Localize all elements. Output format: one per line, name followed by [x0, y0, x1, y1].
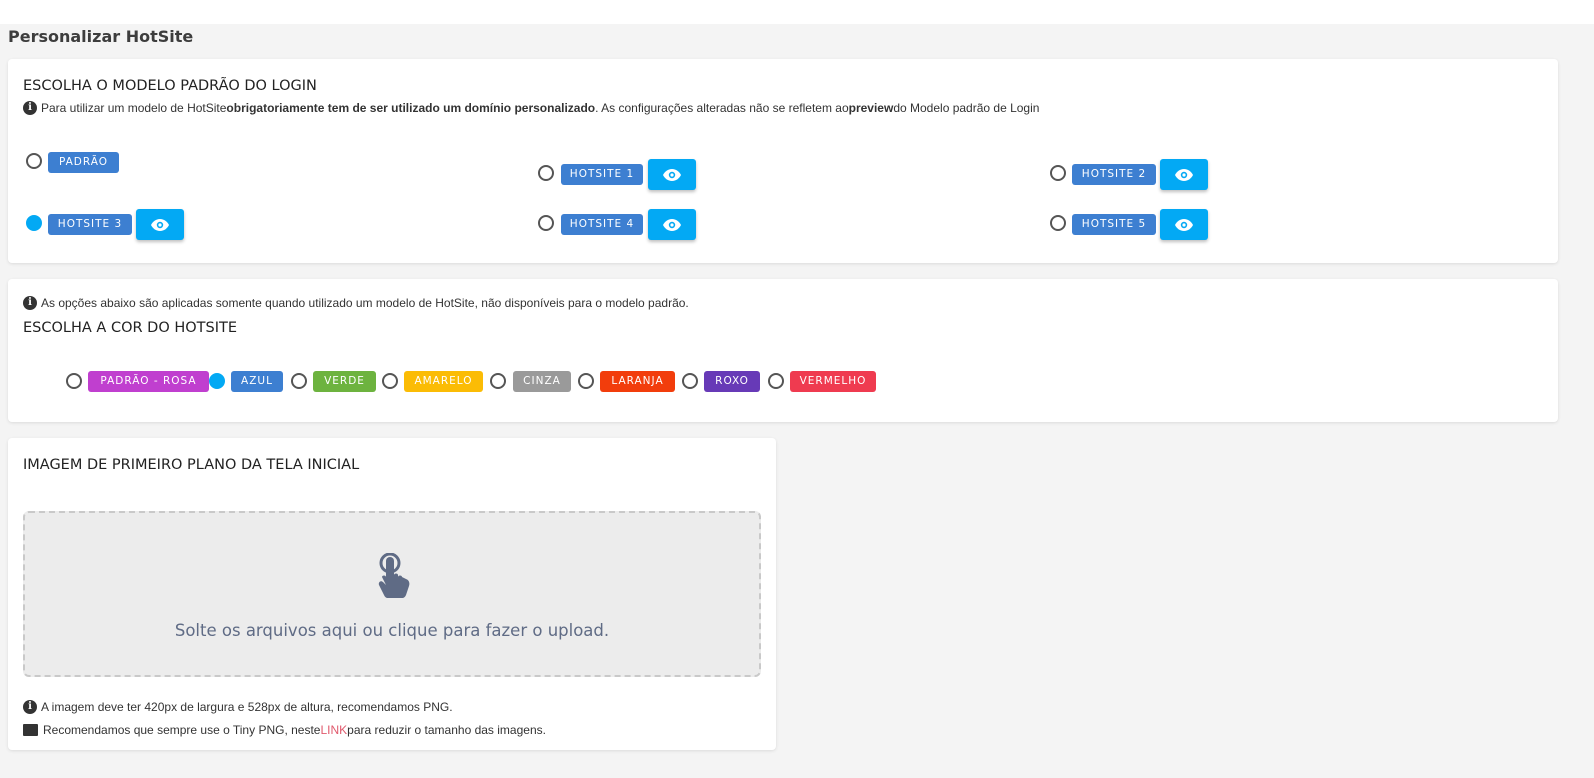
top-strip [0, 0, 1594, 24]
tag-login-hotsite-4[interactable]: HOTSITE 4 [561, 214, 643, 235]
login-info-text-2: . As configurações alteradas não se refl… [595, 101, 849, 115]
tag-color-verde[interactable]: VERDE [313, 371, 376, 392]
image-info-1: i A imagem deve ter 420px de largura e 5… [23, 700, 453, 714]
login-info-text-3: do Modelo padrão de Login [893, 101, 1040, 115]
eye-icon [663, 168, 681, 181]
tag-color-azul[interactable]: AZUL [231, 371, 283, 392]
login-model-card: ESCOLHA O MODELO PADRÃO DO LOGIN i Para … [8, 59, 1558, 263]
image-card: IMAGEM DE PRIMEIRO PLANO DA TELA INICIAL… [8, 438, 776, 750]
login-model-info: i Para utilizar um modelo de HotSite obr… [23, 101, 1039, 115]
tag-login-hotsite-3[interactable]: HOTSITE 3 [48, 214, 132, 235]
radio-login-hotsite-3[interactable] [26, 215, 42, 231]
image-info-2: Recomendamos que sempre use o Tiny PNG, … [23, 723, 546, 737]
radio-color-cinza[interactable] [490, 373, 506, 389]
preview-button-hotsite-2[interactable] [1160, 159, 1208, 190]
upload-dropzone[interactable]: Solte os arquivos aqui ou clique para fa… [23, 511, 761, 677]
eye-icon [1175, 168, 1193, 181]
radio-login-hotsite-1[interactable] [538, 165, 554, 181]
radio-login-hotsite-2[interactable] [1050, 165, 1066, 181]
radio-color-azul[interactable] [209, 373, 225, 389]
image-info-2-before: Recomendamos que sempre use o Tiny PNG, … [43, 723, 321, 737]
radio-color-roxo[interactable] [682, 373, 698, 389]
login-info-bold-2: preview [848, 101, 894, 115]
radio-color-verde[interactable] [291, 373, 307, 389]
radio-login-hotsite-4[interactable] [538, 215, 554, 231]
radio-login-padrao[interactable] [26, 153, 42, 169]
preview-button-hotsite-3[interactable] [136, 209, 184, 240]
hand-pointer-icon [378, 553, 410, 598]
page-title: Personalizar HotSite [8, 27, 194, 46]
tag-color-padrao-rosa[interactable]: PADRÃO - ROSA [88, 371, 209, 392]
radio-color-vermelho[interactable] [768, 373, 784, 389]
preview-button-hotsite-5[interactable] [1160, 209, 1208, 240]
tag-color-roxo[interactable]: ROXO [704, 371, 760, 392]
login-info-bold-1: obrigatoriamente tem de ser utilizado um… [226, 101, 596, 115]
tag-color-amarelo[interactable]: AMARELO [404, 371, 483, 392]
image-info-2-after: para reduzir o tamanho das imagens. [347, 723, 546, 737]
color-card: i As opções abaixo são aplicadas somente… [8, 279, 1558, 422]
color-info-text: As opções abaixo são aplicadas somente q… [41, 296, 689, 310]
radio-color-laranja[interactable] [578, 373, 594, 389]
dropzone-text: Solte os arquivos aqui ou clique para fa… [174, 621, 610, 640]
info-icon: i [23, 296, 37, 310]
tag-login-padrao[interactable]: PADRÃO [48, 152, 119, 173]
tag-login-hotsite-2[interactable]: HOTSITE 2 [1072, 164, 1156, 185]
color-title: ESCOLHA A COR DO HOTSITE [23, 320, 238, 336]
radio-color-amarelo[interactable] [382, 373, 398, 389]
tinypng-link[interactable]: LINK [320, 723, 347, 737]
tag-color-cinza[interactable]: CINZA [513, 371, 571, 392]
preview-button-hotsite-4[interactable] [648, 209, 696, 240]
tag-login-hotsite-1[interactable]: HOTSITE 1 [561, 164, 643, 185]
tag-color-laranja[interactable]: LARANJA [600, 371, 675, 392]
eye-icon [663, 218, 681, 231]
eye-icon [1175, 218, 1193, 231]
tag-color-vermelho[interactable]: VERMELHO [790, 371, 876, 392]
image-title: IMAGEM DE PRIMEIRO PLANO DA TELA INICIAL [23, 457, 360, 473]
info-icon: i [23, 101, 37, 115]
login-model-title: ESCOLHA O MODELO PADRÃO DO LOGIN [23, 78, 317, 94]
eye-icon [151, 218, 169, 231]
info-icon: i [23, 700, 37, 714]
image-info-1-text: A imagem deve ter 420px de largura e 528… [41, 700, 453, 714]
color-info: i As opções abaixo são aplicadas somente… [23, 296, 689, 310]
login-info-text-1: Para utilizar um modelo de HotSite [41, 101, 227, 115]
image-icon [23, 724, 38, 736]
radio-login-hotsite-5[interactable] [1050, 215, 1066, 231]
preview-button-hotsite-1[interactable] [648, 159, 696, 190]
tag-login-hotsite-5[interactable]: HOTSITE 5 [1072, 214, 1156, 235]
radio-color-padrao-rosa[interactable] [66, 373, 82, 389]
